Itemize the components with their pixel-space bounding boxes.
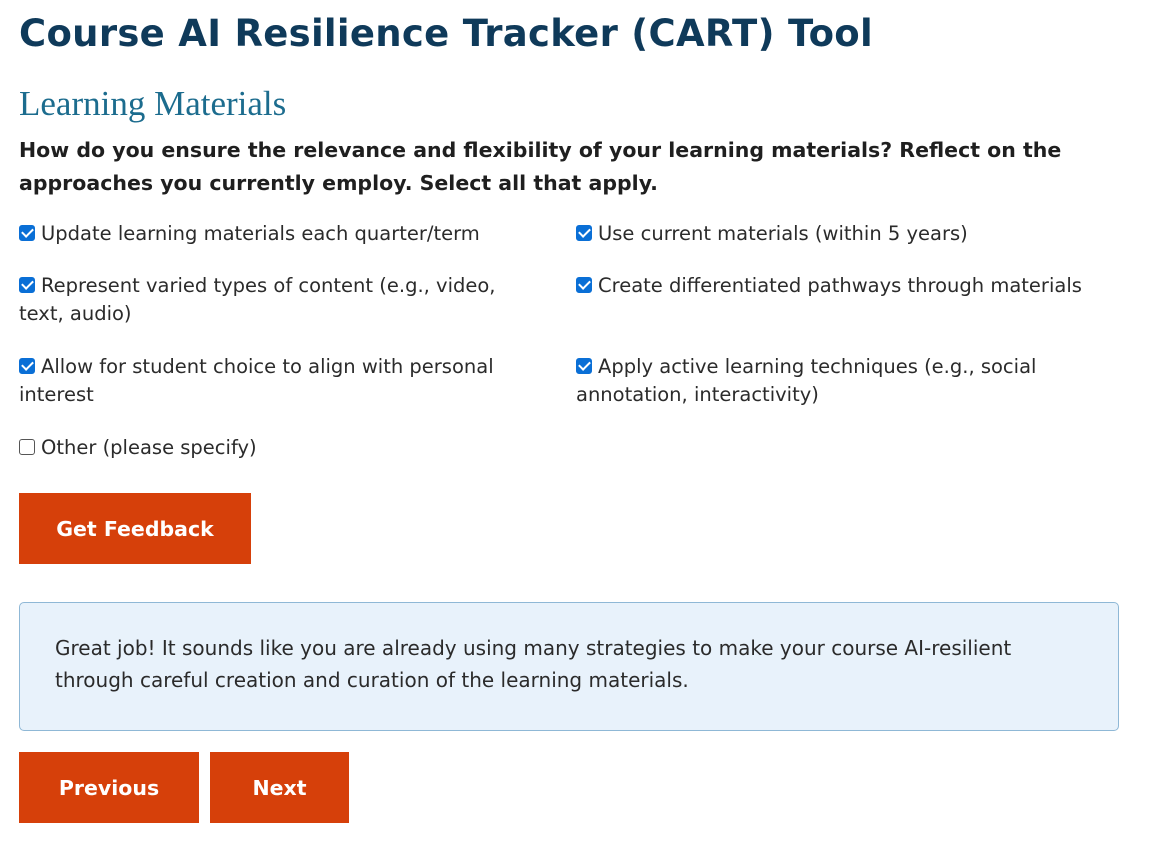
next-button[interactable]: Next (210, 752, 349, 823)
option-label: Apply active learning techniques (e.g., … (576, 355, 1037, 406)
checkbox-icon[interactable] (576, 358, 592, 374)
checkbox-icon[interactable] (576, 277, 592, 293)
checkbox-icon[interactable] (576, 225, 592, 241)
option-label: Allow for student choice to align with p… (19, 355, 494, 406)
option-other[interactable]: Other (please specify) (19, 434, 559, 462)
previous-button[interactable]: Previous (19, 752, 199, 823)
get-feedback-button[interactable]: Get Feedback (19, 493, 251, 564)
option-label: Use current materials (within 5 years) (598, 222, 968, 245)
feedback-message: Great job! It sounds like you are alread… (55, 636, 1012, 692)
feedback-panel: Great job! It sounds like you are alread… (19, 602, 1119, 731)
option-varied-content[interactable]: Represent varied types of content (e.g.,… (19, 272, 544, 328)
option-update-materials[interactable]: Update learning materials each quarter/t… (19, 220, 559, 248)
option-active-learning[interactable]: Apply active learning techniques (e.g., … (576, 353, 1046, 409)
option-student-choice[interactable]: Allow for student choice to align with p… (19, 353, 519, 409)
checkbox-icon[interactable] (19, 225, 35, 241)
section-title: Learning Materials (19, 84, 287, 123)
option-differentiated-pathways[interactable]: Create differentiated pathways through m… (576, 272, 1116, 300)
checkbox-icon[interactable] (19, 277, 35, 293)
checkbox-icon[interactable] (19, 439, 35, 455)
option-label: Create differentiated pathways through m… (598, 274, 1082, 297)
option-current-materials[interactable]: Use current materials (within 5 years) (576, 220, 1116, 248)
checkbox-icon[interactable] (19, 358, 35, 374)
app-title: Course AI Resilience Tracker (CART) Tool (19, 12, 874, 55)
option-label: Update learning materials each quarter/t… (41, 222, 480, 245)
option-label: Represent varied types of content (e.g.,… (19, 274, 496, 325)
question-text: How do you ensure the relevance and flex… (19, 138, 1062, 195)
option-label: Other (please specify) (41, 436, 257, 459)
